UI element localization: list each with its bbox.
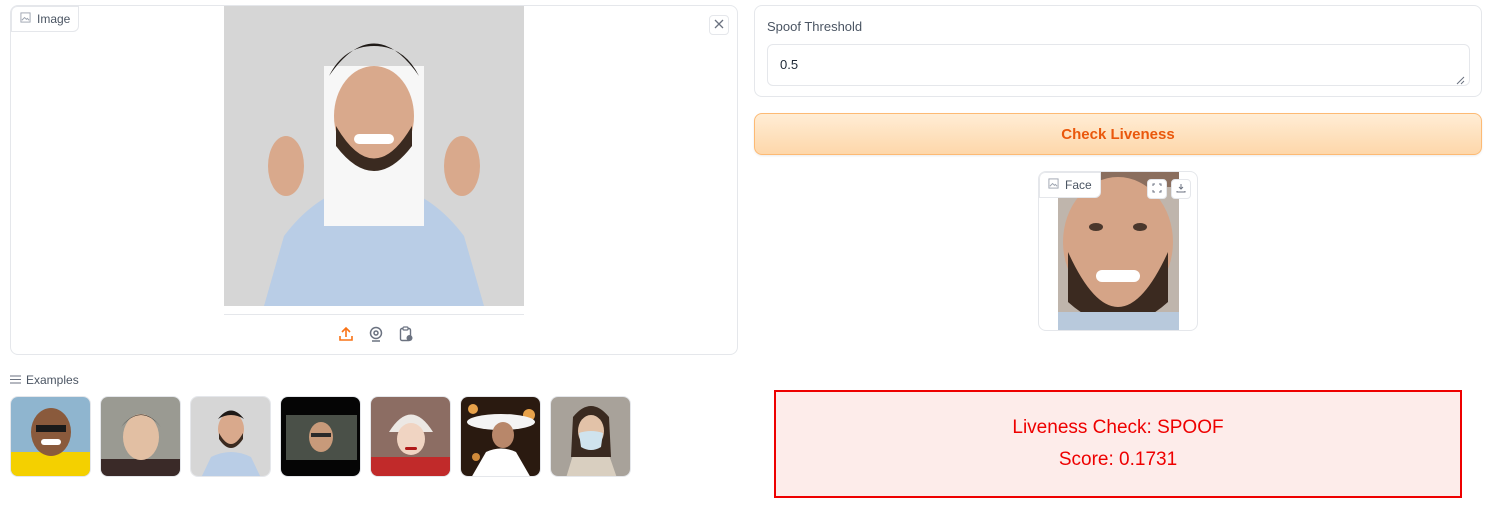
image-divider <box>224 314 524 315</box>
resize-handle-icon[interactable] <box>1455 72 1465 85</box>
upload-icon <box>338 326 354 347</box>
spoof-threshold-panel: Spoof Threshold <box>754 5 1482 97</box>
liveness-result-box: Liveness Check: SPOOF Score: 0.1731 <box>774 390 1462 498</box>
examples-gallery <box>10 396 631 477</box>
image-icon <box>20 12 31 26</box>
check-liveness-button[interactable]: Check Liveness <box>754 113 1482 155</box>
download-icon <box>1176 180 1186 198</box>
example-thumbnail-6[interactable] <box>460 396 541 477</box>
liveness-score-text: Score: 0.1731 <box>1058 449 1178 470</box>
uploaded-image <box>224 6 524 306</box>
examples-header: Examples <box>10 373 79 387</box>
list-icon <box>10 373 21 387</box>
example-thumbnail-7[interactable] <box>550 396 631 477</box>
example-thumbnail-1[interactable] <box>10 396 91 477</box>
examples-label: Examples <box>26 373 79 387</box>
face-output-panel: Face <box>1038 171 1198 331</box>
paste-clipboard-button[interactable] <box>396 325 416 347</box>
webcam-button[interactable] <box>366 326 386 346</box>
clear-image-button[interactable] <box>709 15 729 35</box>
image-label: Image <box>11 6 80 32</box>
close-icon <box>714 16 724 34</box>
fullscreen-icon <box>1152 180 1162 198</box>
webcam-icon <box>368 326 384 347</box>
face-download-button[interactable] <box>1171 179 1191 199</box>
image-icon <box>1048 178 1059 192</box>
face-label: Face <box>1039 172 1101 198</box>
example-thumbnail-3[interactable] <box>190 396 271 477</box>
image-input-panel[interactable]: Image <box>10 5 738 355</box>
spoof-threshold-input[interactable] <box>767 44 1470 86</box>
clipboard-icon <box>398 325 414 347</box>
example-thumbnail-4[interactable] <box>280 396 361 477</box>
example-thumbnail-2[interactable] <box>100 396 181 477</box>
image-label-text: Image <box>37 12 71 26</box>
upload-button[interactable] <box>336 326 356 346</box>
image-source-toolbar <box>336 325 416 347</box>
face-label-text: Face <box>1065 178 1092 192</box>
liveness-result-text: Liveness Check: SPOOF <box>1012 417 1224 438</box>
spoof-threshold-label: Spoof Threshold <box>767 19 863 34</box>
face-fullscreen-button[interactable] <box>1147 179 1167 199</box>
example-thumbnail-5[interactable] <box>370 396 451 477</box>
